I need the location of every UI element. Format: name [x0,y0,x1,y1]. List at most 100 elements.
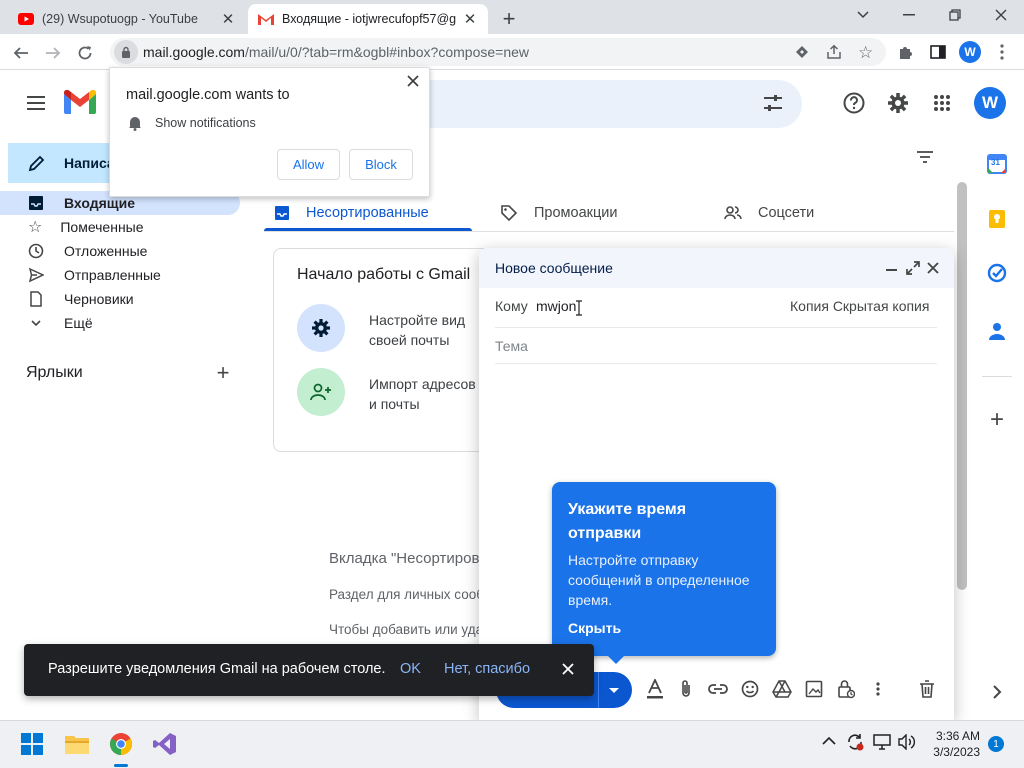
tag-icon [500,204,518,222]
tab-promotions[interactable]: Промоакции [500,195,618,231]
sidebar-item-starred[interactable]: ☆ Помеченные [0,215,240,239]
insert-link-icon[interactable] [706,677,730,701]
tab-title: Входящие - iotjwrecufopf57@gmail.com [282,12,456,26]
help-icon[interactable] [834,83,874,123]
snackbar-no-thanks-button[interactable]: Нет, спасибо [444,661,530,677]
import-contacts-icon[interactable] [297,368,345,416]
back-button[interactable] [8,40,34,66]
insert-photo-icon[interactable] [802,677,826,701]
tooltip-arrow [606,654,626,664]
minimize-button[interactable] [886,0,932,30]
pencil-icon [28,154,46,172]
browser-profile-avatar[interactable]: W [959,41,981,63]
block-button[interactable]: Block [349,149,413,180]
fullscreen-compose-icon[interactable] [906,261,920,275]
prompt-close-icon[interactable] [407,75,419,87]
bookmark-star-icon[interactable]: ☆ [858,43,873,63]
forward-button[interactable] [40,40,66,66]
network-icon[interactable] [873,734,891,750]
more-options-icon[interactable] [866,677,890,701]
extensions-icon[interactable] [897,43,915,61]
tab-primary[interactable]: Несортированные [274,195,429,231]
google-drive-icon[interactable] [770,677,794,701]
sidebar-item-drafts[interactable]: Черновики [0,287,240,311]
taskbar-time[interactable]: 3:36 AM [932,729,980,743]
prompt-title: mail.google.com wants to [126,87,290,103]
close-compose-icon[interactable] [927,262,939,274]
reload-button[interactable] [72,40,98,66]
subject-divider [495,363,937,364]
new-tab-button[interactable]: + [498,6,520,31]
filter-icon[interactable] [916,150,934,164]
gmail-logo-icon[interactable] [64,90,96,114]
discard-draft-icon[interactable] [915,677,939,701]
tab-search-icon[interactable] [840,0,886,30]
gmail-favicon-icon [258,13,274,25]
notification-count-badge[interactable]: 1 [988,736,1004,752]
mail-search-bar[interactable] [430,80,802,128]
schedule-send-dropdown-icon[interactable] [606,682,622,698]
google-apps-icon[interactable] [922,83,962,123]
tooltip-dismiss-button[interactable]: Скрыть [568,620,621,636]
sidebar-item-label: Отправленные [64,267,161,283]
main-menu-icon[interactable] [16,83,56,123]
close-window-button[interactable] [978,0,1024,30]
attach-file-icon[interactable] [674,677,698,701]
keep-icon[interactable] [984,206,1010,232]
send-icon [28,267,44,283]
tab-label: Несортированные [306,205,429,221]
subject-input[interactable]: Тема [495,338,528,354]
sync-icon[interactable] [846,733,864,751]
show-hidden-icons-icon[interactable] [822,736,836,746]
side-panel-divider [982,376,1012,377]
settings-gear-icon[interactable] [878,83,918,123]
browser-tab-gmail[interactable]: Входящие - iotjwrecufopf57@gmail.com ✕ [248,4,488,34]
cc-bcc-links[interactable]: Копия Скрытая копия [790,298,929,314]
close-tab-icon[interactable]: ✕ [220,11,236,28]
people-icon [724,205,742,221]
snackbar-close-icon[interactable] [562,663,574,675]
close-tab-icon[interactable]: ✕ [462,11,478,28]
sidebar-item-snoozed[interactable]: Отложенные [0,239,240,263]
url-text[interactable]: mail.google.com/mail/u/0/?tab=rm&ogbl#in… [143,44,529,60]
desktop-notifications-snackbar: Разрешите уведомления Gmail на рабочем с… [24,644,594,696]
browser-tab-youtube[interactable]: (29) Wsupotuogp - YouTube ✕ [8,4,246,34]
file-explorer-icon[interactable] [60,727,94,761]
bell-icon [128,115,142,131]
notifications-blocked-icon[interactable] [794,44,810,60]
account-avatar[interactable]: W [974,87,1006,119]
search-options-icon[interactable] [753,83,793,123]
restore-button[interactable] [932,0,978,30]
snackbar-ok-button[interactable]: OK [400,661,421,677]
tab-social[interactable]: Соцсети [724,195,814,231]
send-divider [598,672,599,708]
taskbar-date[interactable]: 3/3/2023 [928,745,980,759]
contacts-icon[interactable] [984,318,1010,344]
youtube-icon [18,13,34,25]
customize-gear-icon[interactable] [297,304,345,352]
lock-icon[interactable] [114,40,138,64]
confidential-mode-icon[interactable] [834,677,858,701]
to-input[interactable]: mwjon [536,298,576,314]
browser-menu-icon[interactable] [1000,44,1004,60]
sidebar-item-sent[interactable]: Отправленные [0,263,240,287]
side-panel-icon[interactable] [930,44,946,60]
import-item[interactable]: Импорт адресов и почты [369,374,479,414]
chrome-taskbar-icon[interactable] [104,727,138,761]
allow-button[interactable]: Allow [277,149,340,180]
volume-icon[interactable] [898,734,916,750]
windows-start-icon[interactable] [15,727,49,761]
main-scrollbar[interactable] [957,182,967,590]
visual-studio-icon[interactable] [148,727,182,761]
customize-item[interactable]: Настройте вид своей почты [369,310,479,350]
share-icon[interactable] [826,44,842,60]
emoji-icon[interactable] [738,677,762,701]
tasks-icon[interactable] [984,260,1010,286]
sidebar-item-more[interactable]: Ещё [0,311,240,335]
formatting-icon[interactable] [643,677,667,701]
expand-panel-icon[interactable] [984,679,1010,705]
get-addons-button[interactable]: + [984,406,1010,433]
import-line2: и почты [369,396,420,412]
minimize-compose-icon[interactable] [886,268,898,272]
add-label-button[interactable]: + [212,360,234,385]
